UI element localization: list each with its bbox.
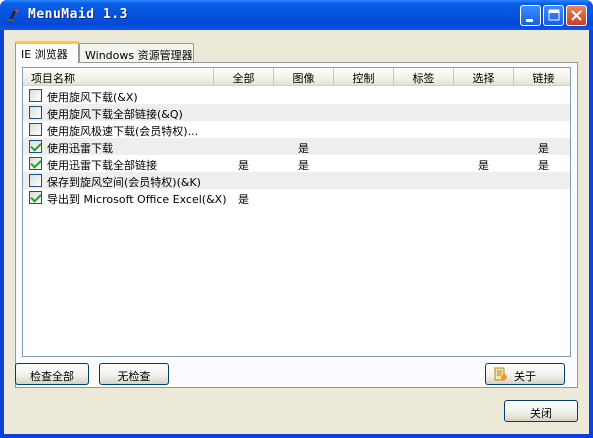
cell-link: 是 [538,159,549,172]
row-name: 保存到旋风空间(会员特权)(&K) [47,176,201,189]
about-label: 关于 [514,370,536,383]
cell-image: 是 [298,159,309,172]
list-header: 项目名称 全部 图像 控制 标签 选择 链接 [23,68,570,86]
row-checkbox[interactable] [29,174,42,187]
row-checkbox[interactable] [29,89,42,102]
row-name: 使用旋风极速下载(会员特权)... [47,125,199,138]
about-button[interactable]: 关于 [485,363,565,385]
cell-all: 是 [238,159,249,172]
table-row[interactable]: 导出到 Microsoft Office Excel(&X) 是 [23,189,570,206]
row-checkbox[interactable] [29,123,42,136]
row-name: 使用旋风下载全部链接(&Q) [47,108,183,121]
row-checkbox[interactable] [29,191,42,204]
cell-select: 是 [478,159,489,172]
tab-label: IE 浏览器 [21,48,68,61]
column-header-all[interactable]: 全部 [214,68,274,85]
cell-link: 是 [538,142,549,155]
column-header-select[interactable]: 选择 [454,68,514,85]
column-header-image[interactable]: 图像 [274,68,334,85]
row-name: 导出到 Microsoft Office Excel(&X) [47,193,227,206]
tab-ie-browser[interactable]: IE 浏览器 [15,41,79,63]
main-window: MenuMaid 1.3 IE 浏览器 Windows 资源管理器 项目名称 全… [0,0,593,438]
check-all-button[interactable]: 检查全部 [15,363,89,385]
table-row[interactable]: 使用旋风极速下载(会员特权)... [23,121,570,138]
menumaid-app-icon [8,9,19,21]
column-header-control[interactable]: 控制 [334,68,394,85]
client-area: IE 浏览器 Windows 资源管理器 项目名称 全部 图像 控制 标签 选择… [4,30,589,434]
window-title: MenuMaid 1.3 [28,7,128,22]
row-name: 使用迅雷下载 [47,142,113,155]
column-header-name[interactable]: 项目名称 [23,68,214,85]
tab-panel: 项目名称 全部 图像 控制 标签 选择 链接 使用旋风下载(&X) 使用旋风下载全… [15,62,578,388]
row-checkbox[interactable] [29,157,42,170]
minimize-button[interactable] [520,5,541,26]
cell-image: 是 [298,142,309,155]
minimize-icon [526,19,533,22]
maximize-button[interactable] [543,5,564,26]
close-window-button[interactable] [566,5,587,26]
about-icon [494,367,507,381]
menu-items-list[interactable]: 项目名称 全部 图像 控制 标签 选择 链接 使用旋风下载(&X) 使用旋风下载全… [22,67,571,357]
table-row[interactable]: 使用旋风下载(&X) [23,87,570,104]
title-bar[interactable]: MenuMaid 1.3 [0,0,593,30]
tab-label: Windows 资源管理器 [85,49,193,62]
tab-windows-explorer[interactable]: Windows 资源管理器 [79,43,194,63]
table-row[interactable]: 保存到旋风空间(会员特权)(&K) [23,172,570,189]
table-row[interactable]: 使用旋风下载全部链接(&Q) [23,104,570,121]
uncheck-all-button[interactable]: 无检查 [99,363,169,385]
row-name: 使用旋风下载(&X) [47,91,138,104]
row-checkbox[interactable] [29,106,42,119]
close-button[interactable]: 关闭 [504,400,578,422]
table-row[interactable]: 使用迅雷下载全部链接 是 是 是 是 [23,155,570,172]
cell-all: 是 [238,193,249,206]
column-header-tag[interactable]: 标签 [394,68,454,85]
row-name: 使用迅雷下载全部链接 [47,159,157,172]
row-checkbox[interactable] [29,140,42,153]
table-row[interactable]: 使用迅雷下载 是 是 [23,138,570,155]
close-icon [571,10,582,21]
maximize-icon [548,9,560,21]
column-header-link[interactable]: 链接 [514,68,570,85]
